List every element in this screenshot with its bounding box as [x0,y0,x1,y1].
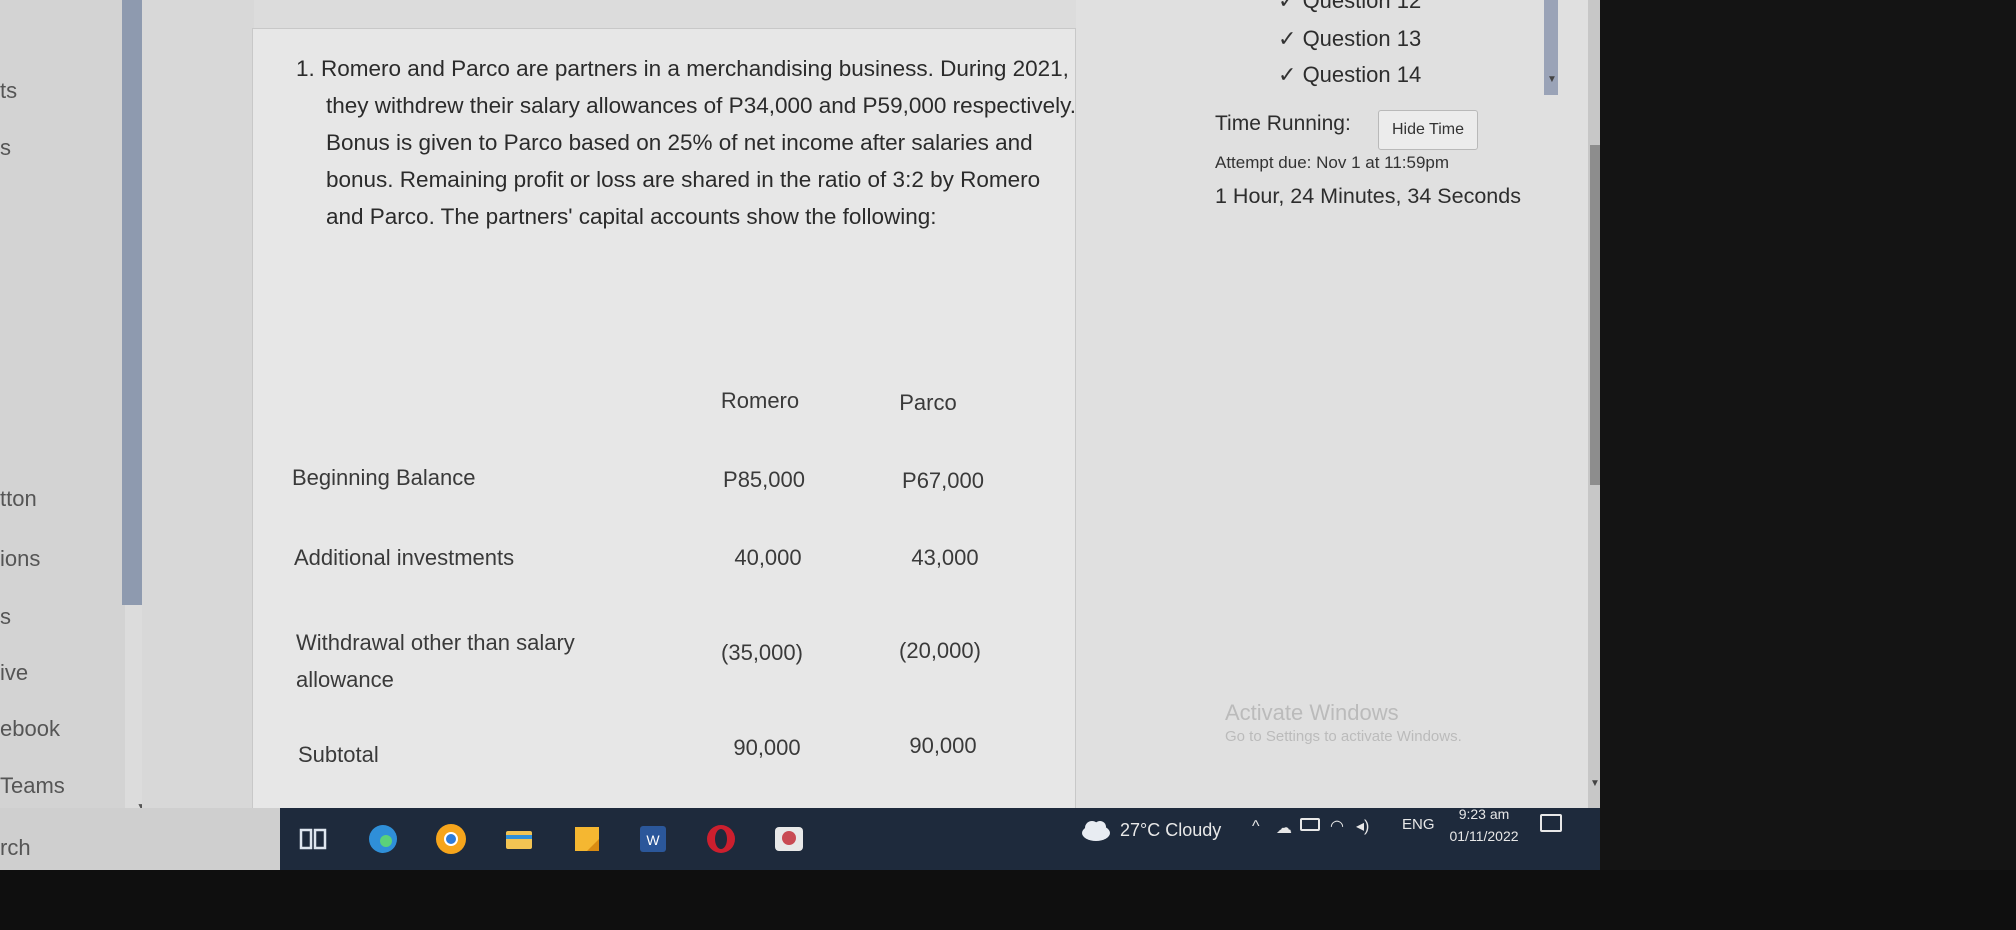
photos-icon[interactable] [772,822,806,856]
nav-item-s[interactable]: s [0,135,11,161]
nav-item-live[interactable]: ive [0,660,28,686]
notification-icon[interactable] [1540,814,1562,832]
cell-parco-subtotal: 90,000 [909,733,977,758]
svg-text:W: W [646,832,660,848]
page-scrollbar-thumb[interactable] [1590,145,1600,485]
question-link-label: Question 12 [1302,0,1422,13]
check-icon: ✓ [1278,26,1297,51]
time-running-label: Time Running: [1215,112,1351,135]
cell-parco-withdrawal: (20,000) [899,638,981,663]
nav-item-questions[interactable]: ions [0,546,40,572]
taskbar-clock[interactable]: 9:23 am 01/11/2022 [1448,806,1520,844]
row-label-beginning-balance: Beginning Balance [292,465,476,490]
course-navigation: ts s tton ions s ive ebook Teams ▼ [0,0,148,814]
time-remaining: 1 Hour, 24 Minutes, 34 Seconds [1215,184,1521,208]
nav-item-assignments[interactable]: ts [0,78,17,104]
sticky-notes-icon[interactable] [570,822,604,856]
column-header-parco: Parco [899,390,957,415]
weather-text[interactable]: 27°C Cloudy [1120,820,1221,841]
chevron-down-icon[interactable]: ▼ [1547,74,1557,85]
browser-screen: ts s tton ions s ive ebook Teams ▼ 1. Ro… [0,0,1600,870]
cell-parco-beginning: P67,000 [902,468,984,493]
row-label-additional-investments: Additional investments [294,545,515,570]
clock-date: 01/11/2022 [1449,828,1519,844]
question-link-14[interactable]: ✓ Question 14 [1278,62,1421,88]
question-text: 1. Romero and Parco are partners in a me… [296,50,1076,235]
file-explorer-icon[interactable] [502,822,536,856]
word-icon[interactable]: W [636,822,670,856]
opera-icon[interactable] [704,822,738,856]
battery-icon[interactable] [1300,818,1320,831]
watermark-title: Activate Windows [1225,700,1399,725]
column-header-romero: Romero [720,388,800,413]
check-icon: ✓ [1278,62,1297,87]
input-language[interactable]: ENG [1402,816,1435,833]
left-scrollbar[interactable] [122,0,142,605]
left-gutter [142,0,254,808]
cell-romero-subtotal: 90,000 [733,735,801,760]
nav-item-ebook[interactable]: ebook [0,716,60,742]
cell-parco-additional: 43,000 [911,545,979,570]
cell-romero-beginning: P85,000 [723,467,805,492]
question-paragraph: 1. Romero and Parco are partners in a me… [296,56,1077,229]
row-label-subtotal: Subtotal [298,742,379,767]
edge-icon[interactable] [366,822,400,856]
nav-item-button[interactable]: tton [0,486,37,512]
hide-time-button[interactable]: Hide Time [1378,110,1478,150]
volume-icon[interactable]: ◂) [1356,816,1369,836]
windows-activation-watermark: Activate Windows Go to Settings to activ… [1225,700,1462,745]
screen-edge: rch [0,808,280,870]
question-link-label: Question 13 [1302,26,1422,51]
attempt-due-text: Attempt due: Nov 1 at 11:59pm [1215,153,1450,172]
clock-time: 9:23 am [1458,806,1510,822]
question-link-13[interactable]: ✓ Question 13 [1278,26,1421,52]
chrome-icon[interactable] [434,822,468,856]
check-icon: ✓ [1278,0,1297,13]
chevron-down-icon[interactable]: ▼ [1590,778,1600,789]
monitor-bezel [0,870,2016,930]
cell-romero-withdrawal: (35,000) [721,640,803,665]
watermark-subtitle: Go to Settings to activate Windows. [1225,728,1462,745]
nav-item-search[interactable]: rch [0,835,31,861]
nav-item-teams[interactable]: Teams [0,773,65,799]
nav-item-s2[interactable]: s [0,604,11,630]
task-view-icon[interactable] [296,822,330,856]
weather-cloud-icon[interactable] [1080,818,1112,842]
row-label-withdrawal: Withdrawal other than salary allowance [296,630,575,692]
cell-romero-additional: 40,000 [734,545,802,570]
tray-overflow-icon[interactable]: ^ [1252,818,1260,836]
question-link-label: Question 14 [1302,62,1422,87]
wifi-icon[interactable]: ◠ [1330,816,1344,836]
onedrive-icon[interactable]: ☁ [1276,818,1292,838]
question-link-12[interactable]: ✓ Question 12 [1278,0,1421,14]
